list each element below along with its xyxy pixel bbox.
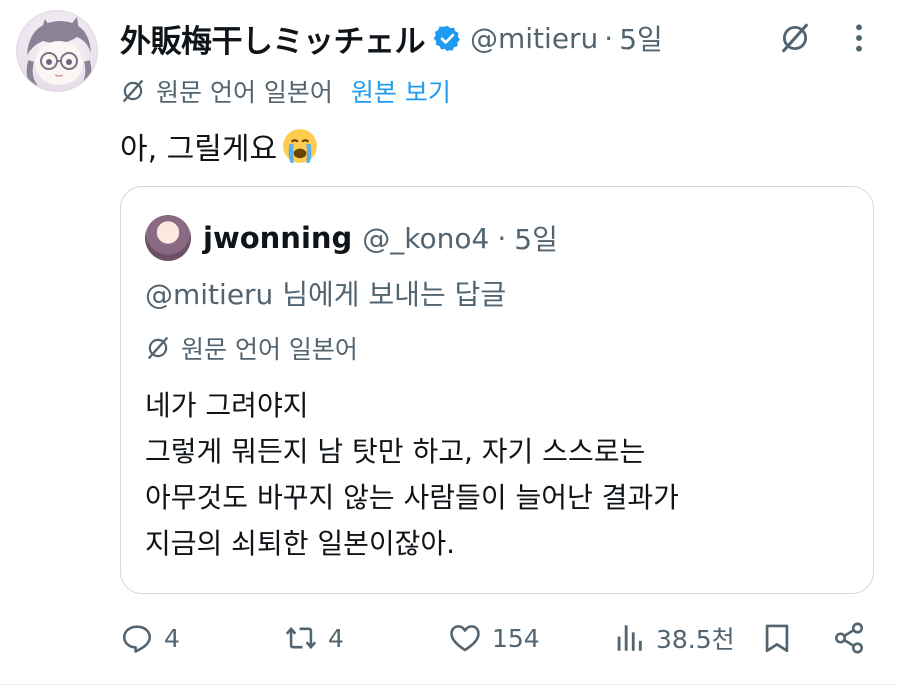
separator: · [604, 21, 614, 55]
grok-icon[interactable] [778, 21, 812, 55]
quoted-translation-label: 원문 언어 일본어 [181, 335, 358, 364]
quoted-tweet-text: 네가 그려야지 그렇게 뭐든지 남 탓만 하고, 자기 스스로는 아무것도 바꾸… [145, 383, 679, 567]
display-name[interactable]: 外販梅干しミッチェル [120, 16, 426, 61]
header-actions [778, 14, 864, 62]
divider [0, 684, 900, 685]
retweet-button[interactable]: 4 [284, 612, 344, 664]
quoted-text-line: 지금의 쇠퇴한 일본이잖아. [145, 527, 456, 560]
quoted-handle[interactable]: @_kono4 [362, 222, 489, 255]
quoted-translation-info: 원문 언어 일본어 [145, 329, 358, 367]
views-button[interactable]: 38.5천 [612, 612, 735, 664]
translation-label: 원문 언어 일본어 [156, 78, 333, 107]
quoted-separator: · [497, 221, 507, 255]
more-icon[interactable] [854, 22, 864, 54]
tweet-header: 外販梅干しミッチェル @mitieru · 5일 [120, 14, 864, 62]
handle[interactable]: @mitieru [470, 22, 598, 55]
quoted-text-line: 아무것도 바꾸지 않는 사람들이 늘어난 결과가 [145, 481, 679, 514]
tweet-container: 外販梅干しミッチェル @mitieru · 5일 원문 언어 일본어 원본 보기… [0, 0, 900, 691]
translation-info: 원문 언어 일본어 원본 보기 [120, 72, 451, 110]
like-count: 154 [492, 623, 540, 653]
like-button[interactable]: 154 [448, 612, 540, 664]
quoted-tweet-card[interactable]: jwonning @_kono4 · 5일 @mitieru 님에게 보내는 답… [120, 186, 874, 594]
reply-icon [122, 625, 152, 653]
bookmark-icon [765, 624, 789, 653]
share-icon [834, 622, 864, 654]
quoted-display-name[interactable]: jwonning [203, 221, 352, 255]
reply-button[interactable]: 4 [120, 612, 180, 664]
heart-icon [450, 625, 480, 652]
show-original-link[interactable]: 원본 보기 [351, 73, 451, 109]
quoted-text-line: 그렇게 뭐든지 남 탓만 하고, 자기 스스로는 [145, 435, 646, 468]
crying-face-emoji-icon [283, 129, 317, 163]
quoted-avatar[interactable] [145, 215, 191, 261]
verified-badge-icon [433, 25, 460, 51]
quoted-text-line: 네가 그려야지 [145, 389, 309, 422]
tweet-body: 아, 그릴게요 [120, 132, 278, 167]
retweet-icon [285, 626, 317, 650]
avatar-illustration [26, 17, 92, 89]
tweet-text: 아, 그릴게요 [120, 122, 319, 170]
reply-count: 4 [164, 623, 180, 653]
translate-globe-icon [148, 337, 168, 359]
translate-globe-icon [123, 80, 143, 102]
quoted-timestamp[interactable]: 5일 [514, 218, 558, 258]
bookmark-button[interactable] [760, 612, 804, 664]
avatar[interactable] [16, 10, 98, 92]
timestamp[interactable]: 5일 [619, 18, 663, 58]
views-icon [617, 625, 642, 651]
share-button[interactable] [832, 612, 876, 664]
reply-to-label: @mitieru 님에게 보내는 답글 [145, 278, 507, 311]
retweet-count: 4 [328, 623, 344, 653]
views-count: 38.5천 [656, 625, 735, 654]
action-bar: 4 4 154 38.5천 [120, 612, 880, 664]
quoted-tweet-header: jwonning @_kono4 · 5일 [145, 215, 558, 261]
